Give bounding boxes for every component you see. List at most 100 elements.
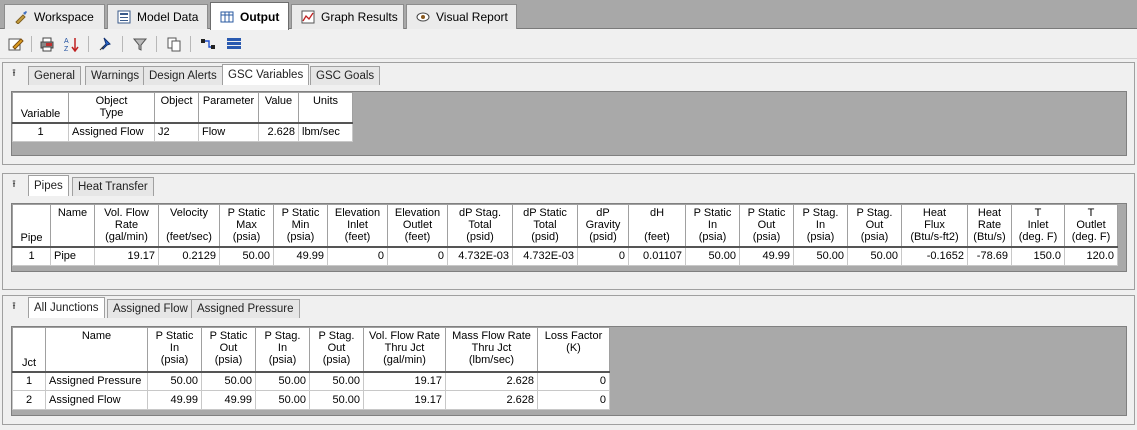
column-header[interactable]: dP Stag. Total (psid): [447, 204, 513, 248]
column-header[interactable]: P Stag. In (psia): [793, 204, 848, 248]
table-cell[interactable]: 49.99: [739, 246, 794, 266]
table-row[interactable]: 2 Assigned Flow 49.99 49.99 50.00 50.00 19.17 2…: [12, 390, 610, 410]
table-row[interactable]: 1 Assigned Pressure 50.00 50.00 50.00 50.00 19…: [12, 371, 610, 391]
table-cell[interactable]: 50.00: [309, 390, 364, 410]
edit-output-icon[interactable]: [7, 35, 25, 53]
tab-all-junctions[interactable]: All Junctions: [28, 297, 105, 318]
column-header[interactable]: P Static Out (psia): [739, 204, 794, 248]
tab-design-alerts[interactable]: Design Alerts: [143, 66, 223, 85]
table-cell[interactable]: Assigned Flow: [68, 122, 155, 142]
filter-icon[interactable]: [131, 35, 149, 53]
tab-general[interactable]: General: [28, 66, 81, 85]
column-header[interactable]: Variable: [12, 92, 69, 124]
table-cell[interactable]: Flow: [198, 122, 259, 142]
table-cell[interactable]: 49.99: [273, 246, 328, 266]
collapse-icon[interactable]: ⭱: [7, 300, 21, 314]
column-header[interactable]: P Static In (psia): [685, 204, 740, 248]
table-row[interactable]: 1 Assigned Flow J2 Flow 2.628 lbm/sec: [12, 122, 353, 142]
table-cell[interactable]: 49.99: [201, 390, 256, 410]
tab-output[interactable]: Output: [210, 2, 289, 30]
table-cell[interactable]: -0.1652: [901, 246, 968, 266]
column-header[interactable]: P Stag. In (psia): [255, 327, 310, 373]
table-cell[interactable]: 19.17: [363, 371, 446, 391]
table-cell[interactable]: 50.00: [255, 390, 310, 410]
column-header[interactable]: Heat Rate (Btu/s): [967, 204, 1012, 248]
tab-gsc-variables[interactable]: GSC Variables: [222, 64, 310, 85]
tab-pipes[interactable]: Pipes: [28, 175, 69, 196]
column-header[interactable]: Jct: [12, 327, 46, 373]
collapse-icon[interactable]: ⭱: [7, 178, 21, 192]
column-header[interactable]: Name: [45, 327, 148, 373]
column-header[interactable]: Velocity (feet/sec): [158, 204, 220, 248]
column-header[interactable]: Vol. Flow Rate (gal/min): [94, 204, 159, 248]
column-header[interactable]: P Static Max (psia): [219, 204, 274, 248]
table-cell[interactable]: 0: [577, 246, 629, 266]
connect-icon[interactable]: [199, 35, 217, 53]
column-header[interactable]: T Outlet (deg. F): [1064, 204, 1118, 248]
column-header[interactable]: T Inlet (deg. F): [1011, 204, 1065, 248]
table-cell[interactable]: 1: [12, 246, 51, 266]
column-header[interactable]: dP Gravity (psid): [577, 204, 629, 248]
table-cell[interactable]: -78.69: [967, 246, 1012, 266]
column-header[interactable]: Parameter: [198, 92, 259, 124]
column-header[interactable]: Loss Factor (K): [537, 327, 610, 373]
column-header[interactable]: P Stag. Out (psia): [847, 204, 902, 248]
column-header[interactable]: Heat Flux (Btu/s-ft2): [901, 204, 968, 248]
table-cell[interactable]: 19.17: [94, 246, 159, 266]
table-cell[interactable]: 4.732E-03: [512, 246, 578, 266]
copy-icon[interactable]: [165, 35, 183, 53]
print-icon[interactable]: [38, 35, 56, 53]
table-cell[interactable]: 50.00: [793, 246, 848, 266]
table-cell[interactable]: 4.732E-03: [447, 246, 513, 266]
table-cell[interactable]: 1: [12, 122, 69, 142]
table-cell[interactable]: 1: [12, 371, 46, 391]
tab-gsc-goals[interactable]: GSC Goals: [310, 66, 381, 85]
table-cell[interactable]: 50.00: [201, 371, 256, 391]
tab-assigned-pressure[interactable]: Assigned Pressure: [191, 299, 300, 318]
column-header[interactable]: Elevation Outlet (feet): [387, 204, 448, 248]
layout-icon[interactable]: [225, 35, 243, 53]
column-header[interactable]: Value: [258, 92, 299, 124]
table-cell[interactable]: 0: [537, 371, 610, 391]
tab-graph-results[interactable]: Graph Results: [291, 4, 404, 29]
table-cell[interactable]: 0.01107: [628, 246, 686, 266]
table-row[interactable]: 1 Pipe 19.17 0.2129 50.00 49.99 0 0 4.732E-03 4.7…: [12, 246, 1118, 266]
column-header[interactable]: dP Static Total (psid): [512, 204, 578, 248]
table-cell[interactable]: 2.628: [445, 390, 538, 410]
tab-warnings[interactable]: Warnings: [85, 66, 146, 85]
column-header[interactable]: Pipe: [12, 204, 51, 248]
table-cell[interactable]: J2: [154, 122, 199, 142]
column-header[interactable]: dH (feet): [628, 204, 686, 248]
table-cell[interactable]: 50.00: [255, 371, 310, 391]
column-header[interactable]: P Static In (psia): [147, 327, 202, 373]
table-cell[interactable]: 49.99: [147, 390, 202, 410]
table-cell[interactable]: 19.17: [363, 390, 446, 410]
column-header[interactable]: P Static Out (psia): [201, 327, 256, 373]
column-header[interactable]: Elevation Inlet (feet): [327, 204, 388, 248]
table-cell[interactable]: 0: [327, 246, 388, 266]
tab-model-data[interactable]: Model Data: [107, 4, 208, 29]
table-cell[interactable]: Pipe: [50, 246, 95, 266]
table-cell[interactable]: 0.2129: [158, 246, 220, 266]
table-cell[interactable]: 2.628: [445, 371, 538, 391]
sort-icon[interactable]: AZ: [62, 35, 80, 53]
table-cell[interactable]: 2.628: [258, 122, 299, 142]
tab-visual-report[interactable]: Visual Report: [406, 4, 517, 29]
column-header[interactable]: P Stag. Out (psia): [309, 327, 364, 373]
table-cell[interactable]: 50.00: [847, 246, 902, 266]
table-cell[interactable]: lbm/sec: [298, 122, 353, 142]
tab-workspace[interactable]: Workspace: [4, 4, 105, 29]
table-cell[interactable]: 150.0: [1011, 246, 1065, 266]
table-cell[interactable]: 50.00: [219, 246, 274, 266]
table-cell[interactable]: Assigned Pressure: [45, 371, 148, 391]
table-cell[interactable]: 50.00: [309, 371, 364, 391]
table-cell[interactable]: 50.00: [685, 246, 740, 266]
column-header[interactable]: Mass Flow Rate Thru Jct (lbm/sec): [445, 327, 538, 373]
table-cell[interactable]: 2: [12, 390, 46, 410]
table-cell[interactable]: 0: [537, 390, 610, 410]
collapse-icon[interactable]: ⭱: [7, 67, 21, 81]
column-header[interactable]: Object: [154, 92, 199, 124]
table-cell[interactable]: Assigned Flow: [45, 390, 148, 410]
tab-heat-transfer[interactable]: Heat Transfer: [72, 177, 154, 196]
column-header[interactable]: Units: [298, 92, 353, 124]
